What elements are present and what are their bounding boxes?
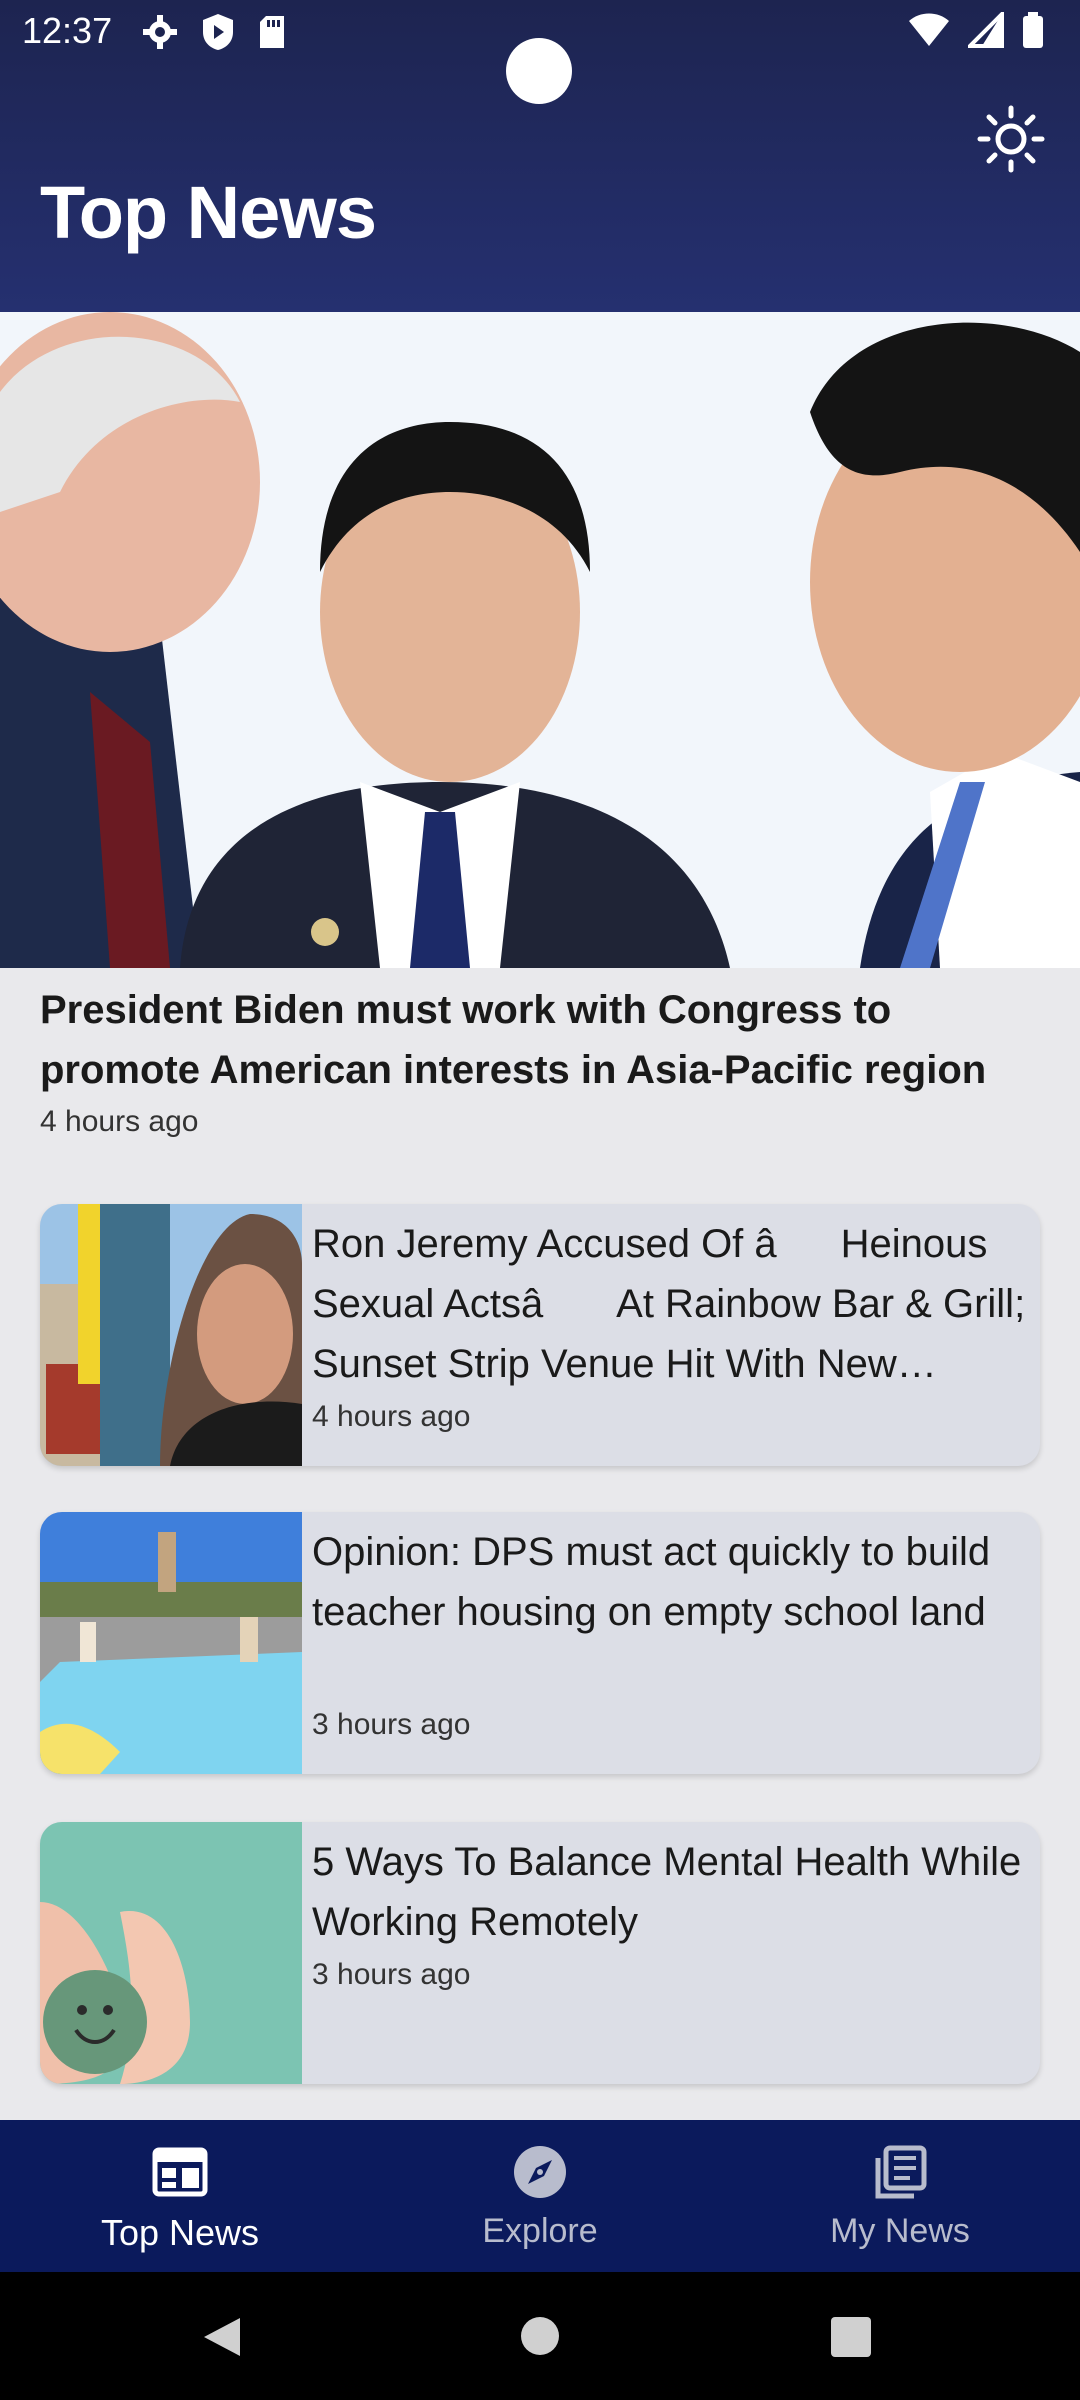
- nav-item-top-news[interactable]: Top News: [0, 2120, 360, 2272]
- article-thumbnail: [40, 1822, 302, 2084]
- library-icon: [875, 2145, 927, 2199]
- nav-item-explore[interactable]: Explore: [360, 2120, 720, 2272]
- article-timestamp: 4 hours ago: [312, 1400, 471, 1433]
- system-navigation-bar: [0, 2272, 1080, 2400]
- wifi-icon: [909, 13, 949, 46]
- article-thumbnail: [40, 1512, 302, 1774]
- sd-card-icon: [260, 16, 284, 48]
- nav-label: Top News: [100, 2212, 260, 2253]
- newspaper-icon: [152, 2147, 208, 2197]
- camera-cutout: [506, 38, 572, 104]
- gear-icon: [143, 15, 177, 49]
- article-card[interactable]: Opinion: DPS must act quickly to build t…: [40, 1512, 1040, 1774]
- page-title: Top News: [40, 171, 377, 254]
- sun-icon[interactable]: [976, 104, 1046, 174]
- article-timestamp: 3 hours ago: [312, 1708, 471, 1741]
- hero-headline[interactable]: President Biden must work with Congress …: [40, 980, 1050, 1100]
- status-time: 12:37: [22, 10, 113, 51]
- compass-icon: [514, 2146, 566, 2198]
- recents-icon[interactable]: [830, 2316, 872, 2358]
- article-timestamp: 3 hours ago: [312, 1958, 471, 1991]
- article-card[interactable]: Ron Jeremy Accused Of âHeinous Sexual …: [40, 1204, 1040, 1466]
- bottom-navigation: Top News Explore My News: [0, 2120, 1080, 2272]
- article-thumbnail: [40, 1204, 302, 1466]
- hero-timestamp: 4 hours ago: [40, 1105, 199, 1138]
- cellular-signal-icon: [968, 12, 1004, 48]
- battery-icon: [1023, 12, 1043, 48]
- play-shield-icon: [203, 14, 233, 50]
- article-headline: 5 Ways To Balance Mental Health While Wo…: [312, 1840, 1022, 1944]
- nav-item-my-news[interactable]: My News: [720, 2120, 1080, 2272]
- nav-label: Explore: [482, 2212, 598, 2250]
- article-card[interactable]: 5 Ways To Balance Mental Health While Wo…: [40, 1822, 1040, 2084]
- article-headline: Ron Jeremy Accused Of âHeinous Sexual …: [312, 1222, 1026, 1386]
- home-icon[interactable]: [520, 2316, 560, 2356]
- article-headline: Opinion: DPS must act quickly to build t…: [312, 1530, 991, 1634]
- nav-label: My News: [830, 2212, 970, 2250]
- hero-image[interactable]: [0, 312, 1080, 968]
- back-icon[interactable]: [200, 2314, 246, 2360]
